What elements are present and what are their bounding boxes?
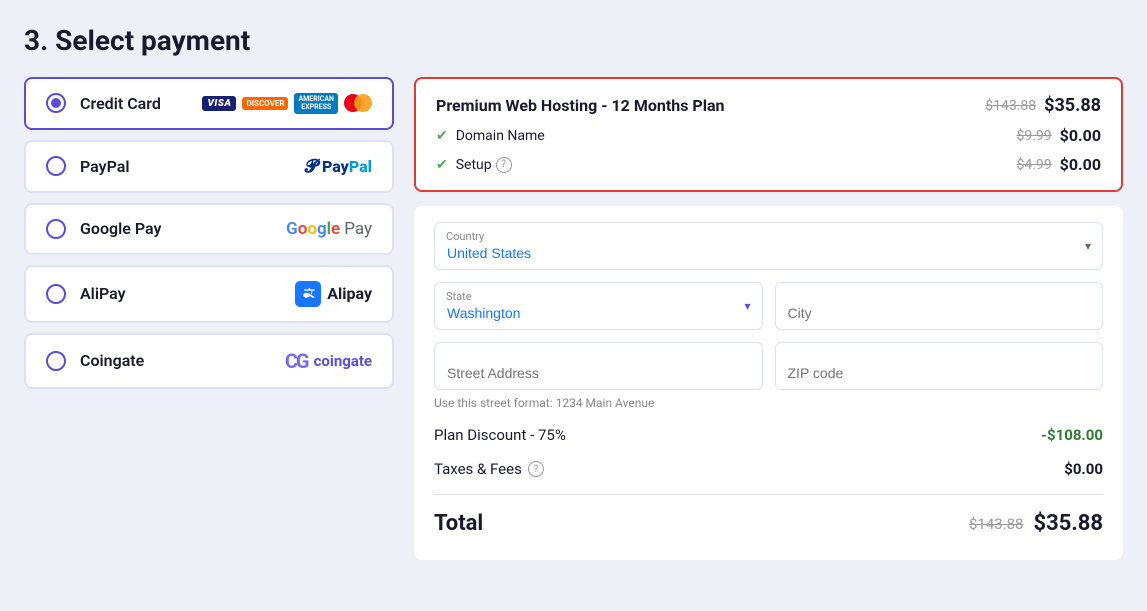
country-field: Country United States Canada United King… — [434, 222, 1103, 270]
domain-row: ✔ Domain Name $9.99 $0.00 — [436, 126, 1101, 145]
payment-option-coingate[interactable]: Coingate CG coingate — [24, 333, 394, 389]
domain-check-icon: ✔ — [436, 128, 448, 144]
domain-name-label: Domain Name — [456, 128, 545, 144]
payment-option-alipay[interactable]: AliPay Alipay — [24, 265, 394, 323]
plan-row: Premium Web Hosting - 12 Months Plan $14… — [436, 95, 1101, 116]
state-select[interactable]: Washington California New York Texas — [434, 282, 763, 330]
discount-row: Plan Discount - 75% -$108.00 — [434, 418, 1103, 452]
plan-old-price: $143.88 — [985, 98, 1036, 114]
domain-new-price: $0.00 — [1060, 126, 1101, 145]
card-icons: VISA DISCOVER AMERICANEXPRESS — [202, 93, 372, 114]
credit-card-label: Credit Card — [80, 94, 170, 113]
radio-paypal — [46, 156, 66, 176]
setup-old-price: $4.99 — [1016, 157, 1051, 173]
setup-check-icon: ✔ — [436, 157, 448, 173]
mastercard-icon — [344, 94, 372, 112]
city-input[interactable] — [775, 282, 1104, 330]
country-row: Country United States Canada United King… — [434, 222, 1103, 270]
discount-value: -$108.00 — [1041, 426, 1103, 444]
setup-new-price: $0.00 — [1060, 155, 1101, 174]
visa-icon: VISA — [202, 96, 236, 111]
plan-name: Premium Web Hosting - 12 Months Plan — [436, 96, 724, 115]
coingate-icon: CG — [285, 349, 308, 373]
setup-price-group: $4.99 $0.00 — [1016, 155, 1101, 174]
order-summary: Premium Web Hosting - 12 Months Plan $14… — [414, 77, 1123, 192]
zip-input[interactable] — [775, 342, 1104, 390]
page-title: 3. Select payment — [24, 24, 1123, 57]
google-pay-logo: GooglePay — [286, 219, 372, 239]
coingate-label: Coingate — [80, 351, 170, 370]
state-city-row: State Washington California New York Tex… — [434, 282, 1103, 330]
right-panel: Premium Web Hosting - 12 Months Plan $14… — [414, 77, 1123, 574]
total-prices: $143.88 $35.88 — [969, 511, 1103, 536]
total-label: Total — [434, 511, 483, 536]
radio-alipay — [46, 284, 66, 304]
street-field — [434, 342, 763, 390]
total-row: Total $143.88 $35.88 — [434, 503, 1103, 544]
taxes-value: $0.00 — [1064, 460, 1103, 478]
setup-help-icon[interactable]: ? — [496, 157, 512, 173]
discover-icon: DISCOVER — [242, 97, 288, 110]
taxes-label: Taxes & Fees ? — [434, 460, 544, 478]
paypal-label: PayPal — [80, 157, 170, 176]
setup-name-label: Setup — [456, 157, 492, 173]
plan-new-price: $35.88 — [1044, 95, 1101, 116]
payment-methods-panel: Credit Card VISA DISCOVER AMERICANEXPRES… — [24, 77, 394, 389]
state-field: State Washington California New York Tex… — [434, 282, 763, 330]
total-new-price: $35.88 — [1034, 511, 1104, 536]
street-zip-row — [434, 342, 1103, 390]
totals-divider — [434, 494, 1103, 495]
setup-name-group: Setup ? — [456, 157, 512, 173]
alipay-text: Alipay — [327, 284, 372, 303]
city-field — [775, 282, 1104, 330]
radio-credit-card — [46, 93, 66, 113]
country-select[interactable]: United States Canada United Kingdom — [434, 222, 1103, 270]
radio-google-pay — [46, 219, 66, 239]
domain-old-price: $9.99 — [1016, 128, 1051, 144]
radio-coingate — [46, 351, 66, 371]
taxes-row: Taxes & Fees ? $0.00 — [434, 452, 1103, 486]
domain-item: ✔ Domain Name — [436, 128, 545, 144]
setup-row: ✔ Setup ? $4.99 $0.00 — [436, 155, 1101, 174]
amex-icon: AMERICANEXPRESS — [294, 93, 338, 114]
payment-option-paypal[interactable]: PayPal 𝓟 PayPal — [24, 140, 394, 193]
zip-field — [775, 342, 1104, 390]
paypal-logo: 𝓟 PayPal — [305, 156, 372, 177]
taxes-help-icon[interactable]: ? — [528, 461, 544, 477]
address-form: Country United States Canada United King… — [414, 206, 1123, 560]
payment-option-google-pay[interactable]: Google Pay GooglePay — [24, 203, 394, 255]
coingate-logo: CG coingate — [285, 349, 372, 373]
coingate-text: coingate — [314, 352, 372, 370]
main-layout: Credit Card VISA DISCOVER AMERICANEXPRES… — [24, 77, 1123, 574]
alipay-icon — [295, 281, 321, 307]
total-old-price: $143.88 — [969, 515, 1024, 533]
plan-price-group: $143.88 $35.88 — [985, 95, 1101, 116]
alipay-label: AliPay — [80, 284, 170, 303]
alipay-logo: Alipay — [295, 281, 372, 307]
payment-option-credit-card[interactable]: Credit Card VISA DISCOVER AMERICANEXPRES… — [24, 77, 394, 130]
street-input[interactable] — [434, 342, 763, 390]
street-hint: Use this street format: 1234 Main Avenue — [434, 396, 1103, 410]
domain-price-group: $9.99 $0.00 — [1016, 126, 1101, 145]
google-pay-label: Google Pay — [80, 219, 170, 238]
discount-label: Plan Discount - 75% — [434, 426, 566, 444]
setup-item: ✔ Setup ? — [436, 157, 512, 173]
